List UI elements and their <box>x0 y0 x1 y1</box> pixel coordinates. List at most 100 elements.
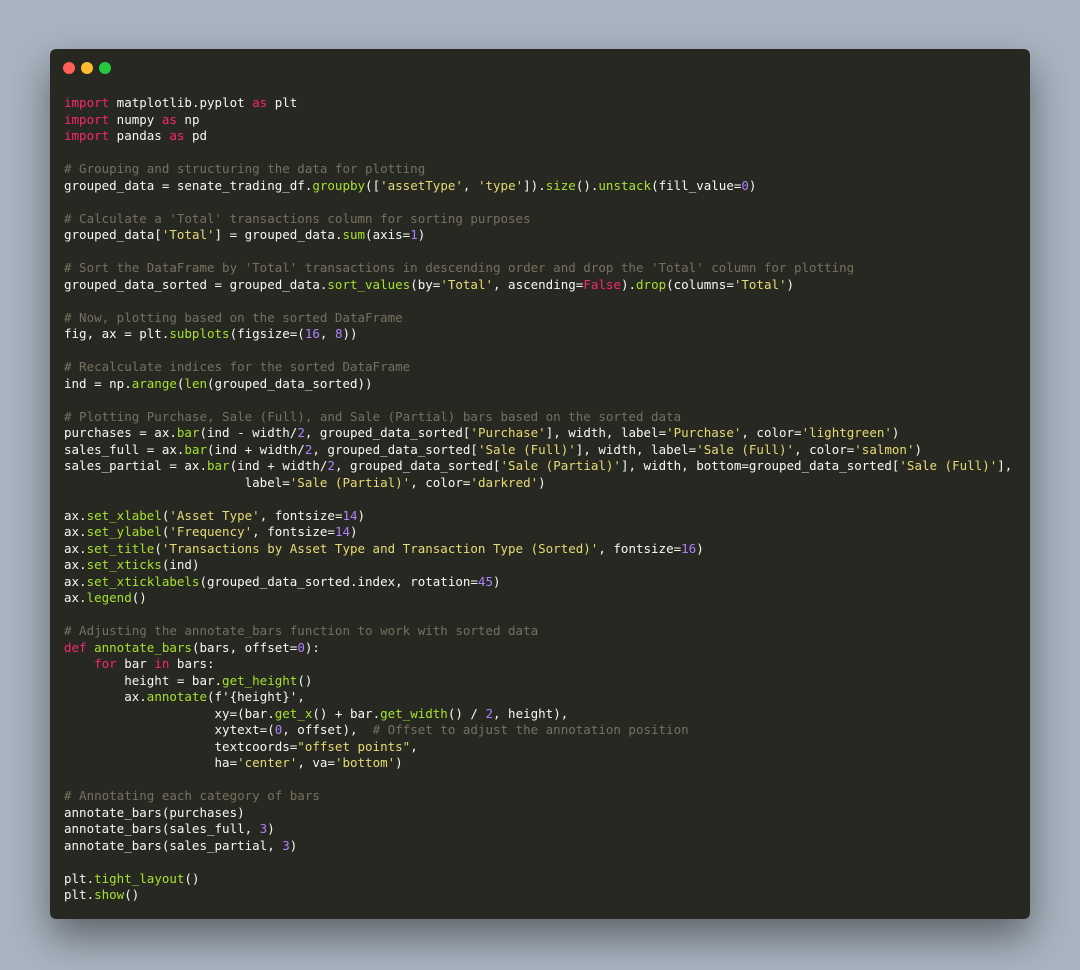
code-token: as <box>252 95 268 110</box>
code-token: 1 <box>410 227 418 242</box>
code-line: import numpy as np <box>64 112 1012 129</box>
code-token: 'Asset Type' <box>169 507 260 523</box>
code-token: height = bar. <box>64 672 223 688</box>
code-line: ​ <box>64 145 1012 162</box>
code-line: ax.legend() <box>64 590 1012 607</box>
code-token: bar <box>116 656 155 671</box>
code-token: (f'{height}', <box>207 689 305 704</box>
code-token: (). <box>575 177 599 193</box>
code-token: , <box>410 738 418 754</box>
code-token: # Sort the DataFrame by 'Total' transact… <box>64 260 855 275</box>
code-token: ) <box>538 474 546 490</box>
code-line: plt.tight_layout() <box>64 871 1012 888</box>
code-token: set_ylabel <box>86 524 162 539</box>
code-line: ​ <box>64 293 1012 310</box>
code-token: (grouped_data_sorted)) <box>207 375 373 391</box>
code-line: # Grouping and structuring the data for … <box>64 161 1012 178</box>
code-line: grouped_data_sorted = grouped_data.sort_… <box>64 277 1012 294</box>
code-token: grouped_data = senate_trading_df. <box>64 177 313 193</box>
code-token: sum <box>342 227 366 242</box>
code-token: , color= <box>741 425 802 440</box>
code-line: # Adjusting the annotate_bars function t… <box>64 623 1012 640</box>
code-token: 16 <box>304 326 320 341</box>
code-token: # Annotating each category of bars <box>64 788 320 803</box>
code-token: ) <box>357 507 366 523</box>
code-token: (ind) <box>161 557 200 572</box>
code-token: bars: <box>169 656 215 671</box>
code-token: legend <box>86 590 132 605</box>
code-line: annotate_bars(sales_full, 3) <box>64 821 1012 838</box>
code-token: plt. <box>64 887 95 902</box>
code-token: ) <box>748 177 757 193</box>
code-token: ], <box>997 458 1013 473</box>
code-token: 'Sale (Partial)' <box>500 458 621 473</box>
code-token: np <box>176 111 200 127</box>
code-token: ], width, bottom=grouped_data_sorted[ <box>620 458 900 473</box>
code-token: groupby <box>312 177 366 193</box>
code-token: 'Total' <box>440 276 493 292</box>
code-token: ): <box>304 639 320 655</box>
code-token: # Offset to adjust the annotation positi… <box>372 722 689 737</box>
code-token: grouped_data[ <box>64 227 162 242</box>
code-token: ) <box>289 837 298 853</box>
code-token: ). <box>620 276 637 292</box>
code-token: ) <box>267 821 275 836</box>
code-token: ) <box>492 573 501 589</box>
code-token: 'darkred' <box>470 474 539 490</box>
code-token: () <box>131 590 147 605</box>
code-token: 'center' <box>237 755 298 770</box>
code-line: ax.set_xticks(ind) <box>64 557 1012 574</box>
code-token: 'type' <box>477 177 524 193</box>
code-line: def annotate_bars(bars, offset=0): <box>64 640 1012 657</box>
code-token: , ascending= <box>493 276 584 292</box>
code-token: 'bottom' <box>334 755 396 770</box>
maximize-window-button[interactable] <box>99 62 111 74</box>
code-line: ​ <box>64 772 1012 789</box>
code-line: purchases = ax.bar(ind - width/2, groupe… <box>64 425 1012 442</box>
code-token: get_width <box>380 705 448 721</box>
code-token: purchases = ax. <box>64 425 177 440</box>
code-token: , grouped_data_sorted[ <box>312 441 478 457</box>
code-line: ind = np.arange(len(grouped_data_sorted)… <box>64 376 1012 393</box>
code-line: ​ <box>64 343 1012 360</box>
code-token: , offset), <box>282 722 373 737</box>
code-token: (ind + width/ <box>207 441 305 457</box>
code-token: ax. <box>64 507 87 523</box>
code-token: annotate_bars(purchases) <box>64 804 245 820</box>
close-window-button[interactable] <box>63 62 75 74</box>
code-token: ], width, label= <box>575 441 697 457</box>
code-token: 'Purchase' <box>470 425 546 440</box>
code-line: annotate_bars(sales_partial, 3) <box>64 838 1012 855</box>
code-token: as <box>161 111 177 127</box>
code-token: () <box>297 672 313 688</box>
code-token: # Recalculate indices for the sorted Dat… <box>64 359 411 374</box>
code-token: , <box>319 326 335 341</box>
code-token: get_height <box>222 672 298 688</box>
code-token: # Now, plotting based on the sorted Data… <box>64 309 403 325</box>
code-token: # Grouping and structuring the data for … <box>64 161 426 176</box>
code-token: textcoords= <box>64 738 298 754</box>
code-token: # Adjusting the annotate_bars function t… <box>64 623 539 638</box>
code-line: # Recalculate indices for the sorted Dat… <box>64 359 1012 376</box>
code-token: 3 <box>282 837 290 853</box>
code-token: # Calculate a 'Total' transactions colum… <box>64 210 531 226</box>
code-token: annotate_bars <box>94 639 192 655</box>
code-token: 'Total' <box>161 227 215 242</box>
code-token: , <box>462 177 478 193</box>
code-token: (ind + width/ <box>229 458 328 473</box>
code-line: ha='center', va='bottom') <box>64 755 1012 772</box>
code-token: ) <box>395 755 403 770</box>
code-token: 'salmon' <box>854 441 915 457</box>
code-token: , height), <box>493 705 569 721</box>
code-line: # Annotating each category of bars <box>64 788 1012 805</box>
code-token: grouped_data_sorted = grouped_data. <box>64 276 328 292</box>
code-line: xy=(bar.get_x() + bar.get_width() / 2, h… <box>64 706 1012 723</box>
code-token: 14 <box>334 524 351 539</box>
minimize-window-button[interactable] <box>81 62 93 74</box>
code-token: 'Sale (Full)' <box>477 441 576 457</box>
code-token: (by= <box>410 276 441 292</box>
code-token: ax. <box>64 540 87 556</box>
code-token: tight_layout <box>94 870 185 886</box>
code-token: ] = grouped_data. <box>214 227 343 242</box>
code-token: 14 <box>342 507 358 523</box>
